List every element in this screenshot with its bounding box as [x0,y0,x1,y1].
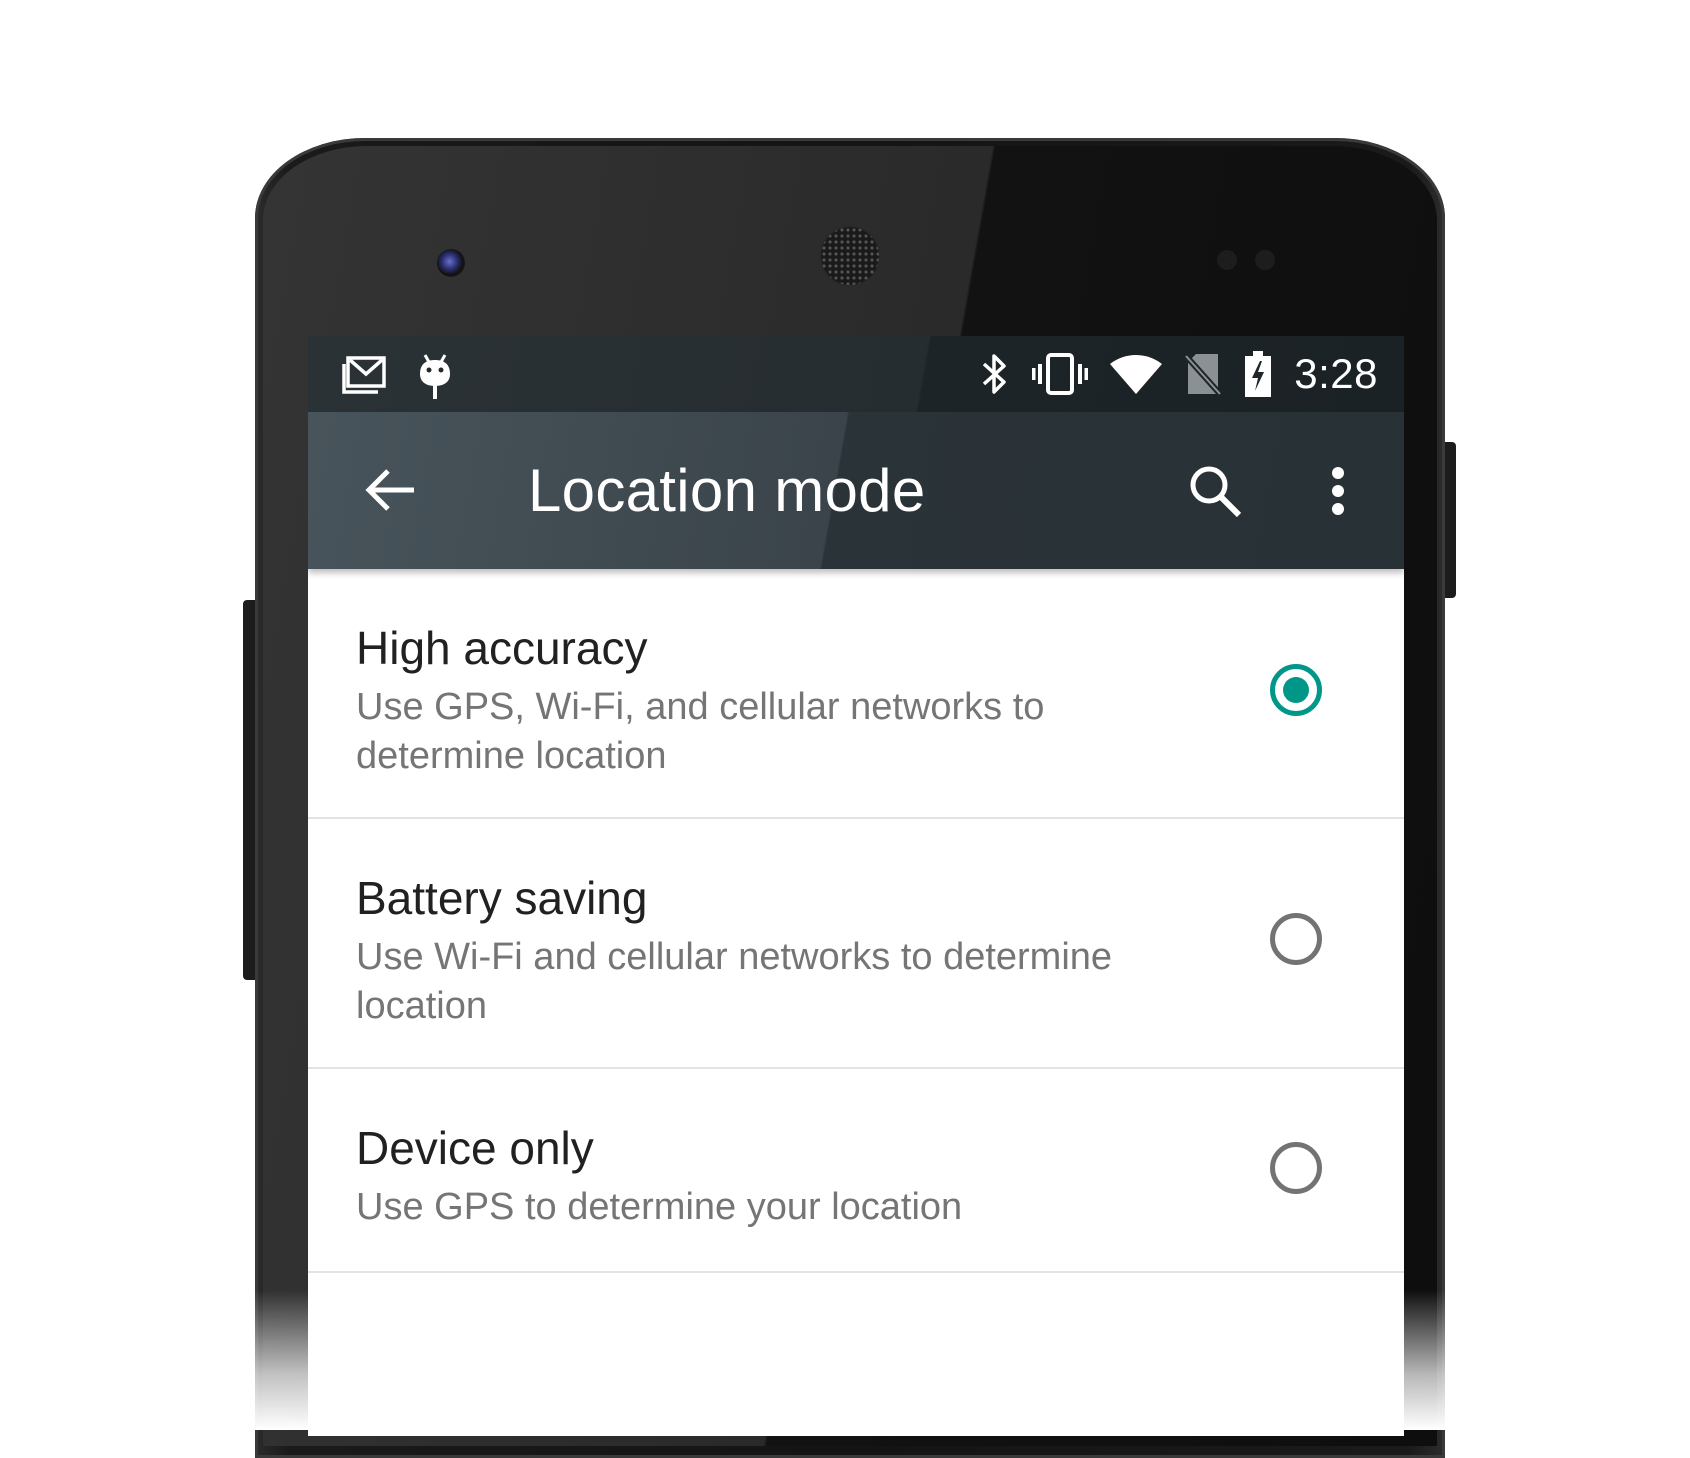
search-icon [1187,463,1243,519]
location-mode-options: High accuracy Use GPS, Wi-Fi, and cellul… [308,569,1404,1273]
wifi-icon [1110,354,1163,394]
radio-high-accuracy[interactable] [1270,664,1322,716]
option-title: Battery saving [356,872,648,924]
option-title: High accuracy [356,622,648,674]
more-vert-icon [1330,466,1346,516]
earpiece-speaker [821,227,879,285]
option-device-only[interactable]: Device only Use GPS to determine your lo… [308,1069,1404,1273]
status-time: 3:28 [1294,350,1378,397]
system-icons: 3:28 [980,350,1378,398]
search-button[interactable] [1180,456,1250,526]
battery-charging-icon [1244,351,1272,397]
option-text: Battery saving Use Wi-Fi and cellular ne… [356,873,1216,1031]
bluetooth-icon [980,351,1010,397]
option-description: Use Wi-Fi and cellular networks to deter… [356,936,1113,1027]
status-bar: 3:28 [308,336,1404,412]
overflow-menu-button[interactable] [1308,456,1368,526]
option-description: Use GPS, Wi-Fi, and cellular networks to… [356,686,1045,777]
vibrate-icon [1032,352,1089,396]
option-title: Device only [356,1122,594,1174]
proximity-sensor [1217,250,1237,270]
no-sim-icon [1184,352,1223,396]
android-debug-icon [416,352,454,400]
option-high-accuracy[interactable]: High accuracy Use GPS, Wi-Fi, and cellul… [308,569,1404,819]
back-button[interactable] [360,460,420,520]
gmail-icon [340,354,388,398]
radio-device-only[interactable] [1270,1142,1322,1194]
volume-button [243,600,255,980]
radio-battery-saving[interactable] [1270,913,1322,965]
radio-selected-dot [1283,677,1309,703]
arrow-back-icon [364,468,416,512]
page-title: Location mode [528,457,926,524]
phone-device: 3:28 Location mode High accuracy Use GPS… [0,0,1690,1458]
option-text: High accuracy Use GPS, Wi-Fi, and cellul… [356,623,1216,781]
option-text: Device only Use GPS to determine your lo… [356,1123,1216,1232]
option-battery-saving[interactable]: Battery saving Use Wi-Fi and cellular ne… [308,819,1404,1069]
light-sensor [1255,250,1275,270]
option-description: Use GPS to determine your location [356,1186,963,1228]
power-button [1444,442,1456,598]
notification-icons [340,352,454,400]
app-bar: Location mode [308,412,1404,569]
screen: 3:28 Location mode High accuracy Use GPS… [308,336,1404,1436]
front-camera [437,249,465,277]
